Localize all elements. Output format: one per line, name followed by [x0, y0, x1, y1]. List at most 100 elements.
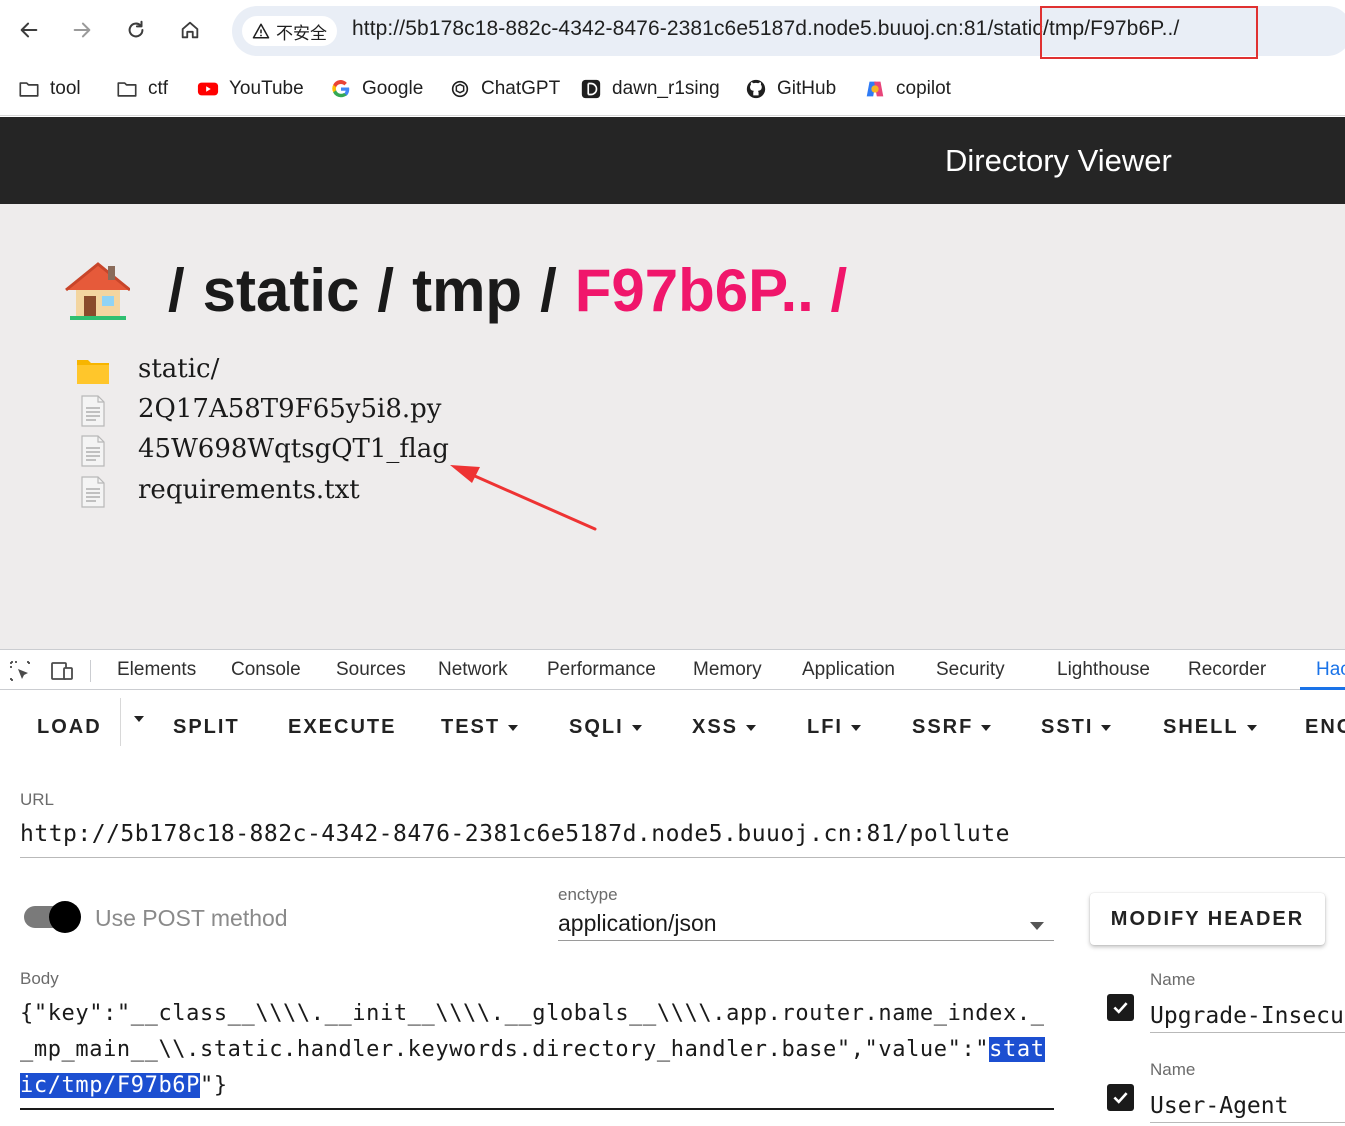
url-highlight-box: [1040, 6, 1258, 59]
header-name-label: Name: [1150, 1060, 1196, 1079]
enctype-select[interactable]: application/json: [558, 908, 1054, 941]
header-checkbox[interactable]: [1107, 1084, 1134, 1111]
bookmark-label: dawn_r1sing: [612, 78, 720, 99]
chevron-down-icon: [981, 724, 992, 731]
tab-console[interactable]: Console: [231, 659, 301, 681]
file-icon: [81, 435, 105, 467]
tab-security[interactable]: Security: [936, 659, 1005, 681]
bookmark-chatgpt[interactable]: ChatGPT: [449, 76, 560, 102]
enctype-value: application/json: [558, 910, 717, 936]
chevron-down-icon: [851, 724, 861, 731]
tab-application[interactable]: Application: [802, 659, 895, 681]
tab-sources[interactable]: Sources: [336, 659, 406, 681]
split-button[interactable]: SPLIT: [173, 716, 240, 739]
enc-menu-button[interactable]: ENC: [1305, 716, 1345, 739]
security-label: 不安全: [276, 23, 327, 44]
tab-hackbar[interactable]: Hac: [1316, 659, 1345, 681]
file-icon: [81, 476, 105, 508]
browser-toolbar: 不安全 http://5b178c18-882c-4342-8476-2381c…: [0, 0, 1345, 62]
device-toolbar-icon[interactable]: [50, 659, 74, 683]
tab-elements[interactable]: Elements: [117, 659, 196, 681]
body-text: {"key":"__class__\\\\.__init__\\\\.__glo…: [20, 1001, 1045, 1062]
home-button[interactable]: [174, 14, 206, 46]
shell-menu-button[interactable]: SHELL: [1163, 716, 1257, 739]
test-menu-button[interactable]: TEST: [441, 716, 519, 739]
header-value-input[interactable]: User-Agent: [1150, 1093, 1345, 1123]
file-name: 45W698WqtsgQT1_flag: [138, 434, 449, 464]
execute-button[interactable]: EXECUTE: [288, 716, 396, 739]
check-icon: [1113, 1002, 1128, 1014]
tab-network[interactable]: Network: [438, 659, 508, 681]
folder-icon: [117, 82, 137, 97]
lfi-menu-button[interactable]: LFI: [807, 716, 861, 739]
reload-button[interactable]: [120, 14, 152, 46]
body-label: Body: [20, 969, 59, 988]
tab-lighthouse[interactable]: Lighthouse: [1057, 659, 1150, 681]
security-chip[interactable]: 不安全: [242, 16, 337, 46]
breadcrumb-tmp[interactable]: tmp: [412, 256, 522, 325]
file-item-static[interactable]: static/: [76, 352, 219, 390]
breadcrumb-sep: /: [168, 256, 185, 324]
google-icon: [332, 80, 350, 98]
xss-menu-button[interactable]: XSS: [692, 716, 757, 739]
hackbar-menu: LOAD SPLIT EXECUTE TEST SQLI XSS LFI SSR…: [0, 690, 1345, 766]
body-text: "}: [200, 1073, 228, 1098]
ssrf-menu-button[interactable]: SSRF: [912, 716, 992, 739]
load-button[interactable]: LOAD: [37, 716, 102, 739]
ssti-menu-button[interactable]: SSTI: [1041, 716, 1112, 739]
file-icon: [81, 395, 105, 427]
enctype-label: enctype: [558, 885, 618, 904]
breadcrumb-static[interactable]: static: [203, 256, 360, 325]
chevron-down-icon: [746, 724, 757, 731]
chevron-down-icon: [1246, 724, 1257, 731]
devtools-tabbar: Elements Console Sources Network Perform…: [0, 649, 1345, 690]
github-icon: [746, 79, 766, 99]
chevron-down-icon: [1030, 922, 1044, 930]
body-textarea[interactable]: {"key":"__class__\\\\.__init__\\\\.__glo…: [20, 996, 1054, 1110]
header-value-input[interactable]: Upgrade-Insecure-Requests: [1150, 1003, 1345, 1033]
bookmark-copilot[interactable]: copilot: [864, 76, 951, 102]
chevron-down-icon: [508, 724, 519, 731]
dawn-icon: [581, 79, 601, 99]
page-header-title: Directory Viewer: [945, 143, 1172, 178]
load-dropdown-button[interactable]: [126, 716, 144, 722]
inspect-element-icon[interactable]: [8, 659, 32, 683]
url-input[interactable]: http://5b178c18-882c-4342-8476-2381c6e51…: [20, 816, 1345, 858]
tab-performance[interactable]: Performance: [547, 659, 656, 681]
bookmarks-bar: tool ctf YouTube Google ChatGPT dawn_r1s…: [0, 62, 1345, 116]
forward-button[interactable]: [66, 14, 98, 46]
url-base: http://5b178c18-882c-4342-8476-2381c6e51…: [352, 17, 994, 40]
house-icon[interactable]: [64, 260, 130, 320]
file-name: static/: [138, 354, 220, 384]
bookmark-dawn[interactable]: dawn_r1sing: [580, 76, 720, 102]
bookmark-label: Google: [362, 78, 424, 99]
file-item-py[interactable]: 2Q17A58T9F65y5i8.py: [76, 392, 442, 430]
tab-recorder[interactable]: Recorder: [1188, 659, 1266, 681]
file-name: requirements.txt: [138, 475, 360, 505]
breadcrumb-sep: /: [540, 256, 557, 324]
folder-icon: [19, 82, 39, 97]
sqli-menu-button[interactable]: SQLI: [569, 716, 642, 739]
bookmark-ctf[interactable]: ctf: [116, 76, 168, 102]
file-item-requirements[interactable]: requirements.txt: [76, 473, 360, 511]
breadcrumb-sep: /: [377, 256, 395, 324]
bookmark-label: ChatGPT: [481, 78, 561, 99]
back-button[interactable]: [13, 14, 45, 46]
bookmark-label: tool: [50, 78, 81, 99]
reload-icon: [128, 20, 144, 38]
bookmark-label: GitHub: [777, 78, 837, 99]
file-item-flag[interactable]: 45W698WqtsgQT1_flag: [76, 432, 449, 470]
tab-memory[interactable]: Memory: [693, 659, 762, 681]
bookmark-tool[interactable]: tool: [18, 76, 81, 102]
file-name: 2Q17A58T9F65y5i8.py: [138, 394, 442, 424]
bookmark-label: YouTube: [229, 78, 304, 99]
header-checkbox[interactable]: [1107, 994, 1134, 1021]
post-toggle-thumb[interactable]: [49, 901, 81, 933]
modify-header-button[interactable]: MODIFY HEADER: [1090, 893, 1325, 945]
bookmark-youtube[interactable]: YouTube: [197, 76, 304, 102]
chevron-down-icon: [1101, 724, 1112, 731]
youtube-icon: [197, 82, 219, 96]
folder-icon: [77, 360, 109, 384]
bookmark-github[interactable]: GitHub: [745, 76, 836, 102]
bookmark-google[interactable]: Google: [330, 76, 423, 102]
